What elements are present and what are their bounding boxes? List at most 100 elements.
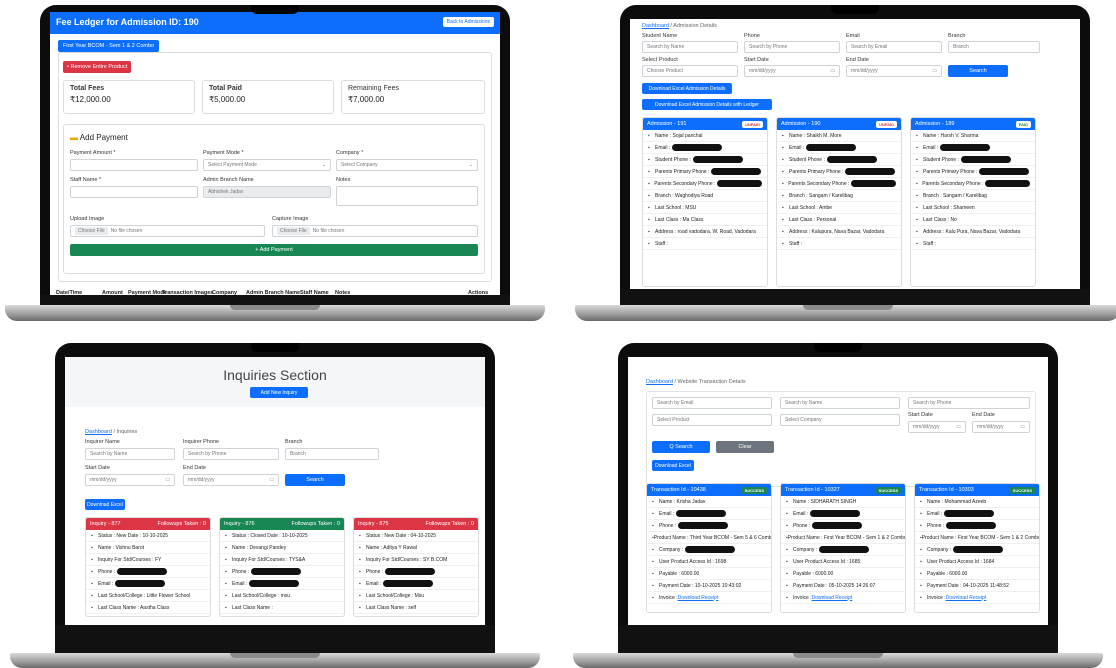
chevron-down-icon: ⌄ (468, 162, 473, 168)
choose-file-button[interactable]: Choose File (75, 227, 108, 235)
redacted-value (810, 510, 861, 517)
add-inquiry-button[interactable]: Add New Inquiry (250, 387, 308, 398)
search-button[interactable]: Q Search (652, 441, 710, 453)
card-header[interactable]: Admission - 191 UNPAID (643, 118, 767, 130)
breadcrumb-dashboard-link[interactable]: Dashboard (642, 23, 669, 29)
download-receipt-link[interactable]: Download Receipt (812, 595, 853, 601)
email-input[interactable]: Search by Email (652, 397, 772, 409)
card-header[interactable]: Admission - 189 PAID (911, 118, 1035, 130)
field-text: Email : (98, 580, 114, 587)
staff-name-input[interactable] (70, 186, 198, 198)
card-field: ▪ Last School : Shameen (911, 202, 1035, 214)
card-field: ▪ Name : Harsh V. Sharma (911, 130, 1035, 142)
start-date-input[interactable]: mm/dd/yyyy ▭ (85, 474, 175, 486)
capture-image-input[interactable]: Choose File No file chosen (272, 225, 478, 237)
card-header[interactable]: Inquiry - 877 Followups Taken : 0 (86, 518, 210, 530)
field-icon: ▪ (782, 204, 784, 211)
inquiries-screen: Inquiries Section Add New Inquiry Dashbo… (65, 357, 485, 645)
upload-image-input[interactable]: Choose File No file chosen (70, 225, 265, 237)
download-excel-button[interactable]: Download Excel Admission Details (642, 83, 732, 94)
card-header[interactable]: Admission - 190 UNPAID (777, 118, 901, 130)
phone-input[interactable]: Search by Phone (744, 41, 840, 53)
field-icon: ▪ (920, 522, 922, 529)
breadcrumb-dashboard-link[interactable]: Dashboard (85, 429, 112, 435)
end-date-input[interactable]: mm/dd/yyyy ▭ (846, 65, 942, 77)
camera-notch (831, 5, 879, 14)
start-date-input[interactable]: mm/dd/yyyy ▭ (744, 65, 840, 77)
payment-amount-input[interactable] (70, 159, 198, 171)
field-icon: ▪ (786, 582, 788, 589)
field-icon: ▪ (359, 592, 361, 599)
breadcrumb: Dashboard / Inquiries (85, 429, 137, 435)
field-text: Name : SIDHARATH SINGH (793, 498, 857, 505)
card-header[interactable]: Transaction Id - 10438 SUCCESS (647, 484, 771, 496)
choose-file-button[interactable]: Choose File (277, 227, 310, 235)
branch-input[interactable]: Branch (948, 41, 1040, 53)
card-field: ▪ Last Class : No (911, 214, 1035, 226)
company-select[interactable]: Select Company ⌄ (336, 159, 478, 171)
search-button[interactable]: Search (948, 65, 1008, 77)
field-text: Last Class Name : (232, 604, 273, 611)
card-field: ▪ Email : (781, 508, 905, 520)
inquirer-phone-input[interactable]: Search by Phone (183, 448, 279, 460)
inquirer-name-input[interactable]: Search by Name (85, 448, 175, 460)
clear-button[interactable]: Clear (716, 441, 774, 453)
download-receipt-link[interactable]: Download Receipt (946, 595, 987, 601)
product-tab[interactable]: First Year BCOM - Sem 1 & 2 Combo (58, 40, 160, 52)
total-paid-label: Total Paid (209, 85, 242, 92)
add-payment-button[interactable]: + Add Payment (70, 244, 478, 256)
payment-mode-select[interactable]: Select Payment Mode ⌄ (203, 159, 331, 171)
field-icon: ▪ (916, 192, 918, 199)
card-header[interactable]: Inquiry - 876 Followups Taken : 0 (220, 518, 344, 530)
followups-count: Followups Taken : 0 (425, 521, 474, 527)
card-field: ▪ Product Name : First Year BCOM - Sem 1 … (915, 532, 1039, 544)
redacted-value (672, 144, 723, 151)
download-excel-ledger-button[interactable]: Download Excel Admission Details with Le… (642, 99, 772, 110)
field-text: Email : (793, 510, 809, 517)
card-title: Admission - 191 (647, 121, 687, 127)
field-icon: ▪ (648, 204, 650, 211)
card-header[interactable]: Transaction Id - 10303 SUCCESS (915, 484, 1039, 496)
company-select[interactable]: Select Company (780, 414, 900, 426)
field-icon: ▪ (648, 156, 650, 163)
end-date-input[interactable]: mm/dd/yyyy ▭ (972, 421, 1030, 433)
redacted-value (678, 522, 729, 529)
field-text: Student Phone : (789, 156, 825, 163)
name-input[interactable]: Search by Name (780, 397, 900, 409)
card-field: ▪ Parents Primary Phone : (911, 166, 1035, 178)
field-text: Name : Devangi Pandey (232, 544, 287, 551)
email-input[interactable]: Search by Email (846, 41, 942, 53)
screen-bezel (55, 625, 495, 655)
card-field: ▪ Company : (915, 544, 1039, 556)
inquirer-name-label: Inquirer Name (85, 439, 120, 445)
card-field: ▪ Staff : (911, 238, 1035, 250)
notes-textarea[interactable] (336, 186, 478, 206)
select-product-select[interactable]: Choose Product (642, 65, 738, 77)
download-excel-button[interactable]: Download Excel (85, 499, 125, 510)
download-receipt-link[interactable]: Download Receipt (678, 595, 719, 601)
student-name-input[interactable]: Search by Name (642, 41, 738, 53)
product-select[interactable]: Select Product (652, 414, 772, 426)
student-name-label: Student Name (642, 33, 678, 39)
search-button[interactable]: Search (285, 474, 345, 486)
card-header[interactable]: Transaction Id - 10327 SUCCESS (781, 484, 905, 496)
card-title: Admission - 190 (781, 121, 821, 127)
breadcrumb-dashboard-link[interactable]: Dashboard (646, 379, 673, 385)
start-date-input[interactable]: mm/dd/yyyy ▭ (908, 421, 966, 433)
card-header[interactable]: Inquiry - 875 Followups Taken : 0 (354, 518, 478, 530)
field-icon: ▪ (359, 568, 361, 575)
end-date-input[interactable]: mm/dd/yyyy ▭ (183, 474, 279, 486)
remove-product-button[interactable]: ▪ Remove Entire Product (63, 61, 132, 73)
card-field: ▪ Name : Krisha Jadav (647, 496, 771, 508)
redacted-value (249, 580, 300, 587)
inquiry-card: Inquiry - 877 Followups Taken : 0 ▪ Status … (85, 517, 211, 617)
field-text: Parents Secondary Phone : (788, 180, 850, 187)
download-excel-button[interactable]: Download Excel (652, 460, 694, 471)
back-to-admissions-button[interactable]: Back to Admissions (442, 17, 494, 27)
branch-input[interactable]: Branch (285, 448, 379, 460)
payment-mode-label: Payment Mode * (203, 150, 244, 156)
staff-name-label: Staff Name * (70, 177, 102, 183)
phone-input[interactable]: Search by Phone (908, 397, 1030, 409)
field-text: Last Class : No (923, 216, 957, 223)
field-icon: ▪ (786, 558, 788, 565)
